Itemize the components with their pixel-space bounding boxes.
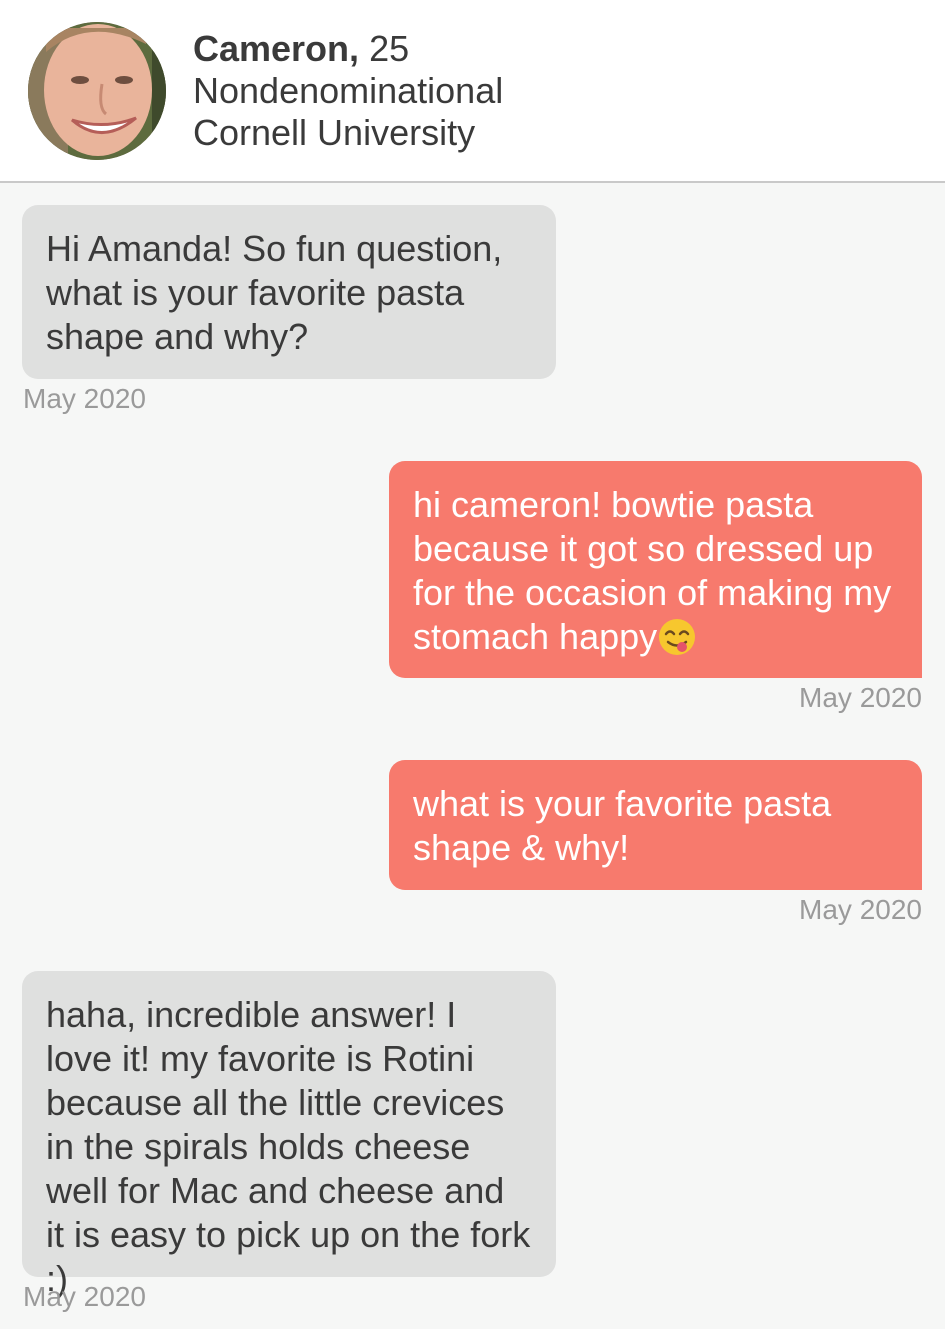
message-bubble-sent: what is your favorite pasta shape & why! bbox=[389, 760, 922, 890]
message-bubble-sent: hi cameron! bowtie pasta because it got … bbox=[389, 461, 922, 678]
message-timestamp: May 2020 bbox=[23, 1281, 146, 1312]
message-bubble-received: Hi Amanda! So fun question, what is your… bbox=[22, 205, 556, 379]
profile-school: Cornell University bbox=[193, 112, 476, 153]
name-age-line: Cameron, 25 bbox=[193, 28, 503, 70]
message-bubble-received: haha, incredible answer! I love it! my f… bbox=[22, 971, 556, 1299]
message-text: what is your favorite pasta shape & why! bbox=[413, 783, 832, 868]
message-timestamp: May 2020 bbox=[799, 682, 922, 713]
message-text: haha, incredible answer! I love it! my f… bbox=[46, 994, 531, 1299]
profile-name: Cameron, bbox=[193, 28, 360, 69]
profile-religion: Nondenominational bbox=[193, 70, 504, 111]
avatar[interactable] bbox=[28, 22, 166, 160]
message-timestamp: May 2020 bbox=[799, 894, 922, 925]
message-timestamp: May 2020 bbox=[23, 383, 146, 414]
profile-info: Cameron, 25 Nondenominational Cornell Un… bbox=[193, 28, 503, 154]
chat-header: Cameron, 25 Nondenominational Cornell Un… bbox=[0, 0, 945, 183]
message-text: Hi Amanda! So fun question, what is your… bbox=[46, 228, 503, 357]
profile-age: 25 bbox=[369, 28, 410, 69]
face-savoring-food-emoji bbox=[657, 617, 697, 657]
message-text: hi cameron! bowtie pasta because it got … bbox=[413, 484, 892, 657]
